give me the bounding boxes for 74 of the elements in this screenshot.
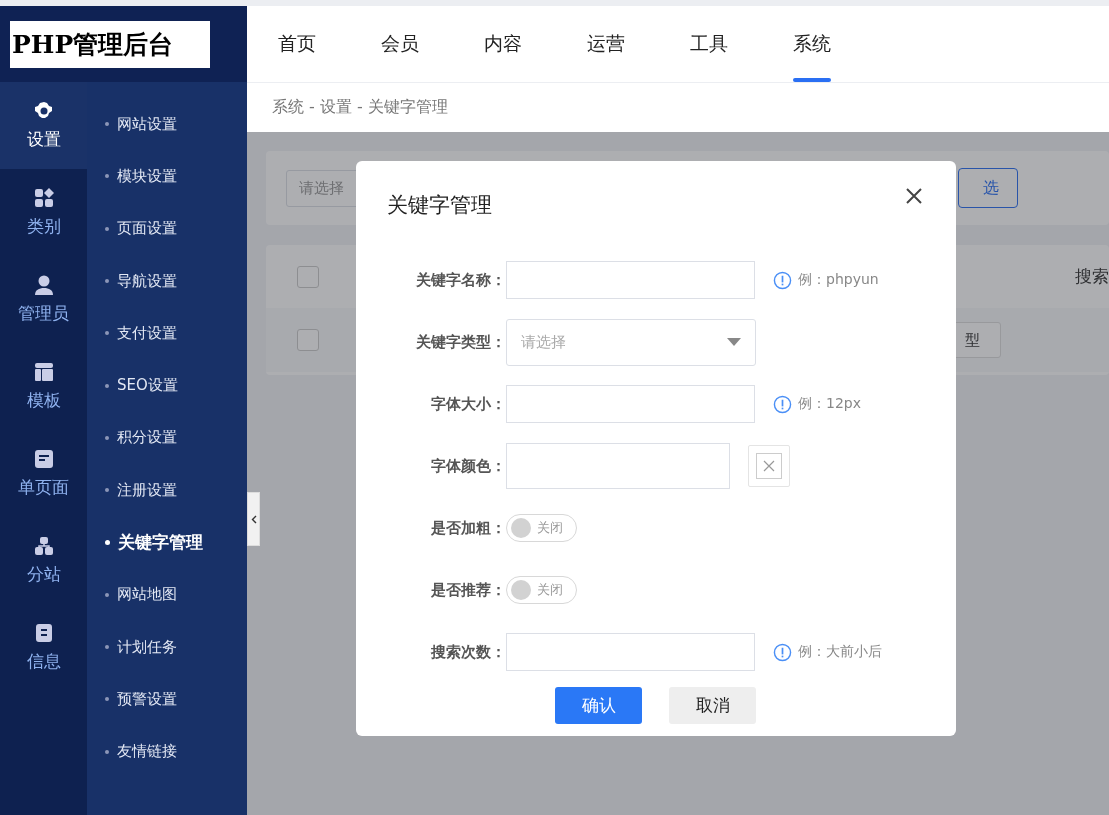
bullet-icon (105, 122, 109, 127)
bullet-icon (105, 174, 109, 179)
sidebar-item[interactable]: 管理员 (0, 256, 87, 343)
close-icon (763, 460, 775, 472)
breadcrumb: 系统 - 设置 - 关键字管理 (272, 97, 448, 118)
user-icon (32, 274, 55, 296)
sidebar-item[interactable]: 模板 (0, 343, 87, 430)
bullet-icon (105, 645, 109, 650)
sidebar-item[interactable]: 单页面 (0, 430, 87, 517)
nav-tab[interactable]: 系统 (793, 6, 896, 82)
submenu-item[interactable]: 页面设置 (117, 219, 177, 239)
close-icon[interactable] (905, 187, 923, 205)
bullet-icon (105, 383, 109, 388)
grid-icon (32, 187, 55, 209)
caret-icon (727, 338, 741, 346)
sidebar-item[interactable]: 设置 (0, 82, 87, 169)
chevron-left-icon (250, 514, 257, 524)
submenu-item[interactable]: 网站地图 (117, 585, 177, 605)
hint-text: 例：大前小后 (798, 643, 882, 661)
field-label: 关键字类型： (415, 332, 506, 352)
submenu-item[interactable]: 网站设置 (117, 114, 177, 134)
logo: PHP管理后台 (10, 20, 210, 68)
bullet-icon (105, 331, 109, 336)
info-icon (773, 642, 792, 662)
text-field[interactable] (506, 633, 755, 671)
submenu-item[interactable]: 计划任务 (117, 637, 177, 657)
submenu-item[interactable]: 注册设置 (117, 480, 177, 500)
submenu-item[interactable]: 导航设置 (117, 271, 177, 291)
nav-tab[interactable]: 工具 (690, 6, 793, 82)
checkbox[interactable] (297, 265, 319, 288)
collapse-handle[interactable] (247, 492, 260, 546)
sidebar-item[interactable]: 分站 (0, 517, 87, 604)
bullet-icon (105, 279, 109, 284)
sitemap-icon (32, 535, 55, 557)
field-label: 字体大小： (430, 394, 506, 414)
bullet-icon (105, 697, 109, 702)
field-label: 搜索次数： (430, 642, 506, 662)
submenu-item[interactable]: 支付设置 (117, 323, 177, 343)
field-label: 是否加粗： (430, 518, 506, 538)
bullet-icon (105, 226, 109, 231)
submenu-item[interactable]: 关键字管理 (118, 531, 203, 554)
field-label: 是否推荐： (430, 580, 506, 600)
text-field[interactable] (506, 261, 755, 299)
info-icon (773, 270, 792, 290)
sidebar-item[interactable]: 类别 (0, 169, 87, 256)
submenu-item[interactable]: 积分设置 (117, 428, 177, 448)
bullet-icon (105, 540, 110, 545)
sidebar-item[interactable]: 信息 (0, 604, 87, 691)
nav-tab[interactable]: 会员 (381, 6, 484, 82)
color-field[interactable] (506, 443, 730, 489)
layout-icon (32, 361, 55, 383)
column-header: 搜索 (1075, 265, 1109, 288)
checkbox[interactable] (297, 329, 319, 351)
text-field[interactable] (506, 385, 755, 423)
nav-tab[interactable]: 内容 (484, 6, 587, 82)
submenu-item[interactable]: 预警设置 (117, 689, 177, 709)
field-label: 关键字名称： (415, 270, 506, 290)
bullet-icon (105, 488, 109, 493)
clear-color-button[interactable] (748, 445, 790, 487)
submenu-item[interactable]: SEO设置 (117, 376, 178, 396)
info-icon (773, 394, 792, 414)
nav-tab[interactable]: 首页 (278, 6, 381, 82)
bullet-icon (105, 435, 109, 440)
bullet-icon (105, 749, 109, 754)
hint-text: 例：phpyun (798, 271, 879, 289)
card-icon (32, 448, 55, 470)
nav-tab[interactable]: 运营 (587, 6, 690, 82)
submenu-item[interactable]: 模块设置 (117, 166, 177, 186)
confirm-button[interactable]: 确认 (555, 687, 642, 724)
field-label: 字体颜色： (430, 456, 506, 476)
cancel-button[interactable]: 取消 (669, 687, 756, 724)
bullet-icon (105, 592, 109, 597)
hint-text: 例：12px (798, 395, 861, 413)
submenu-item[interactable]: 友情链接 (117, 742, 177, 762)
